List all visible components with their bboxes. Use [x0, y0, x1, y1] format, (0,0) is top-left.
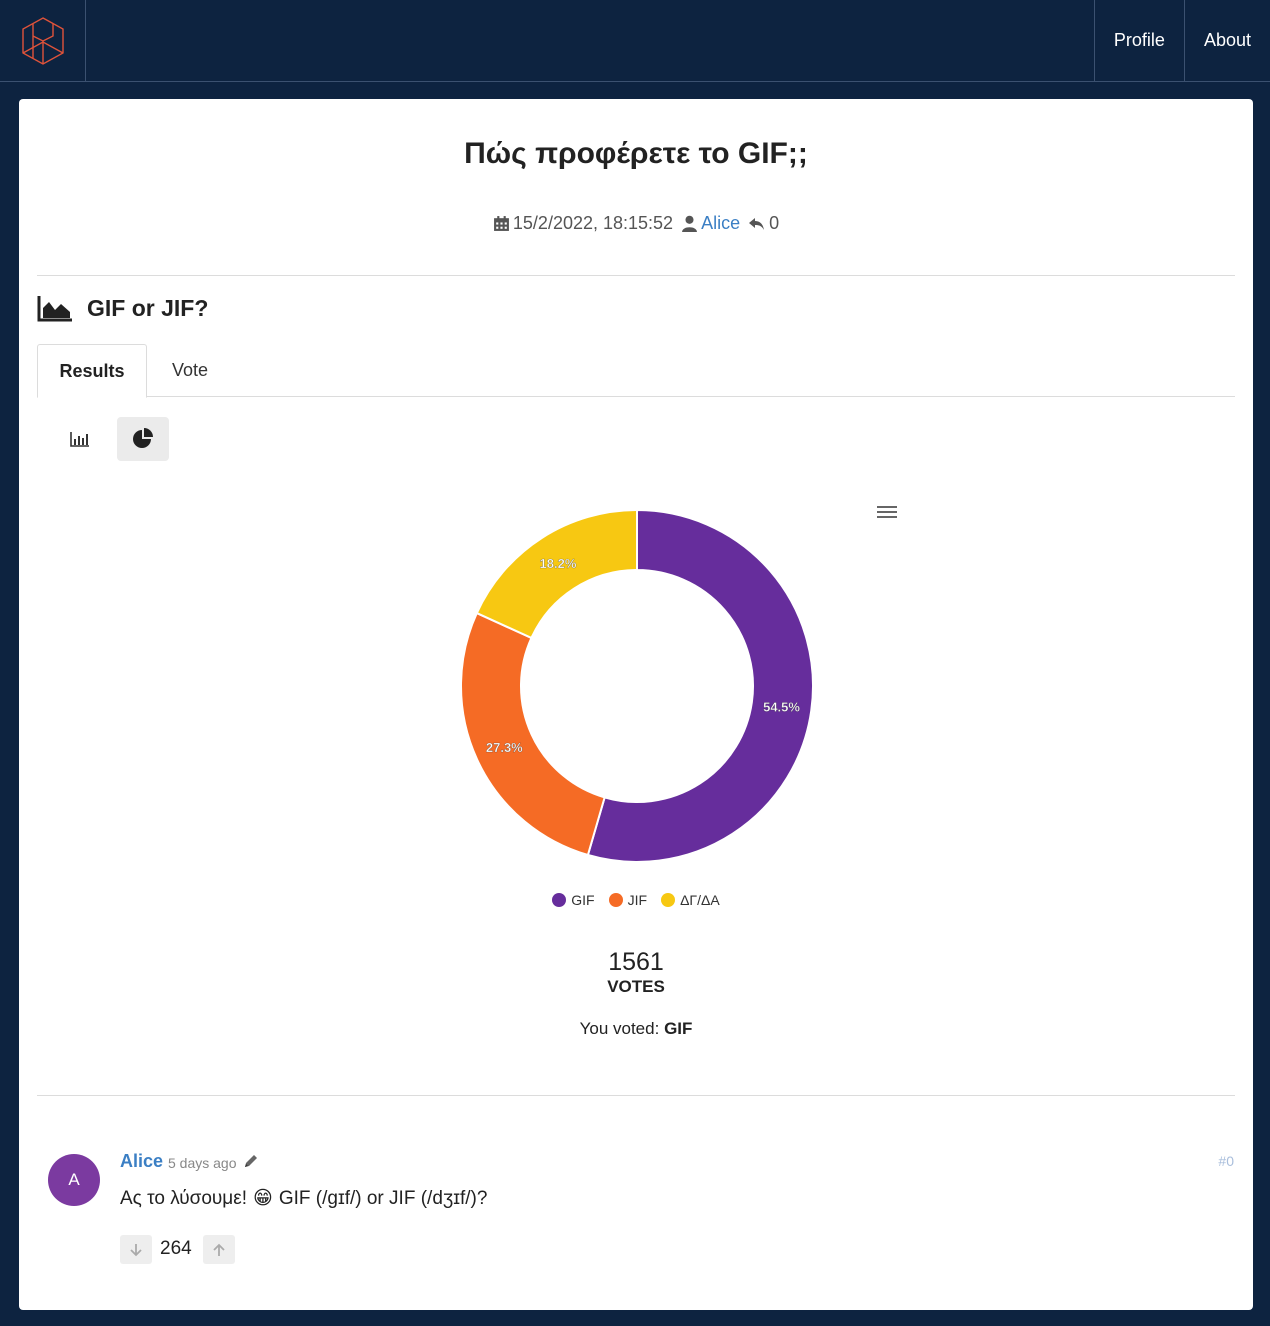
reply-icon	[749, 217, 765, 230]
reply-count: 0	[769, 213, 780, 233]
slice-data-label: 54.5%	[763, 700, 800, 715]
poll-header: GIF or JIF?	[37, 291, 208, 325]
pie-chart-icon	[133, 428, 153, 448]
legend-marker	[661, 893, 676, 907]
poll-tabs: Results Vote	[37, 344, 1235, 398]
area-chart-icon	[37, 296, 72, 322]
user-icon	[682, 215, 697, 232]
poll-title: GIF or JIF?	[87, 294, 209, 321]
votes-label: VOTES	[607, 977, 665, 996]
logo-icon	[21, 16, 64, 65]
chart-legend: GIF JIF ΔΓ/ΔΑ	[19, 892, 1253, 908]
post-card: Πώς προφέρετε το GIF;; 15/2/2022, 18:15:…	[19, 99, 1253, 1310]
arrow-up-icon	[213, 1243, 225, 1256]
tab-results[interactable]: Results	[37, 344, 147, 398]
you-voted-prefix: You voted:	[579, 1019, 660, 1038]
slice-data-label: 27.3%	[486, 740, 523, 755]
comment-body: Ας το λύσουμε! 😁 GIF (/ɡɪf/) or JIF (/dʒ…	[120, 1187, 487, 1210]
you-voted-text: You voted: GIF	[19, 1019, 1253, 1039]
post-meta: 15/2/2022, 18:15:52 Alice 0	[19, 213, 1253, 234]
results-donut-chart: 54.5% 27.3% 18.2%	[460, 508, 814, 863]
pencil-icon[interactable]	[243, 1153, 259, 1169]
site-logo[interactable]	[0, 0, 86, 81]
grin-emoji-icon: 😁	[253, 1188, 273, 1209]
avatar[interactable]: A	[48, 1154, 100, 1206]
legend-label: JIF	[627, 892, 648, 908]
votes-total: 1561	[608, 948, 664, 976]
legend-marker	[608, 893, 623, 907]
comment-score: 264	[160, 1238, 192, 1259]
donut-slice--[interactable]	[475, 508, 638, 640]
comment-text-end: GIF (/ɡɪf/) or JIF (/dʒɪf/)?	[278, 1187, 488, 1209]
legend-label: ΔΓ/ΔΑ	[680, 892, 720, 908]
you-voted-value: GIF	[664, 1019, 693, 1038]
downvote-button[interactable]	[120, 1235, 152, 1264]
donut-slice-jif[interactable]	[460, 611, 606, 857]
bar-chart-toggle-button[interactable]	[54, 417, 106, 461]
legend-label: GIF	[571, 892, 595, 908]
legend-item[interactable]: JIF	[608, 892, 648, 908]
upvote-button[interactable]	[203, 1235, 235, 1264]
slice-data-label: 18.2%	[540, 556, 577, 571]
comment-timestamp: 5 days ago	[168, 1155, 237, 1171]
divider	[37, 275, 1235, 276]
top-navbar: Profile About	[0, 0, 1270, 82]
comment-text-start: Ας το λύσουμε!	[120, 1187, 248, 1209]
comment-permalink[interactable]: #0	[1218, 1153, 1234, 1169]
pie-chart-toggle-button[interactable]	[117, 417, 169, 461]
post-author-link[interactable]: Alice	[701, 213, 740, 234]
bar-chart-icon	[70, 432, 89, 447]
arrow-down-icon	[130, 1243, 142, 1256]
legend-item[interactable]: ΔΓ/ΔΑ	[661, 892, 720, 908]
legend-item[interactable]: GIF	[552, 892, 595, 908]
nav-profile-link[interactable]: Profile	[1093, 0, 1184, 81]
legend-marker	[552, 893, 567, 907]
page-title: Πώς προφέρετε το GIF;;	[464, 137, 808, 170]
post-date: 15/2/2022, 18:15:52	[512, 213, 674, 233]
nav-about-link[interactable]: About	[1183, 0, 1270, 81]
chart-menu-icon[interactable]	[876, 502, 898, 522]
tab-vote[interactable]: Vote	[155, 344, 225, 397]
comment-author-link[interactable]: Alice	[120, 1151, 163, 1172]
calendar-icon	[493, 216, 509, 231]
divider	[37, 1095, 1235, 1096]
